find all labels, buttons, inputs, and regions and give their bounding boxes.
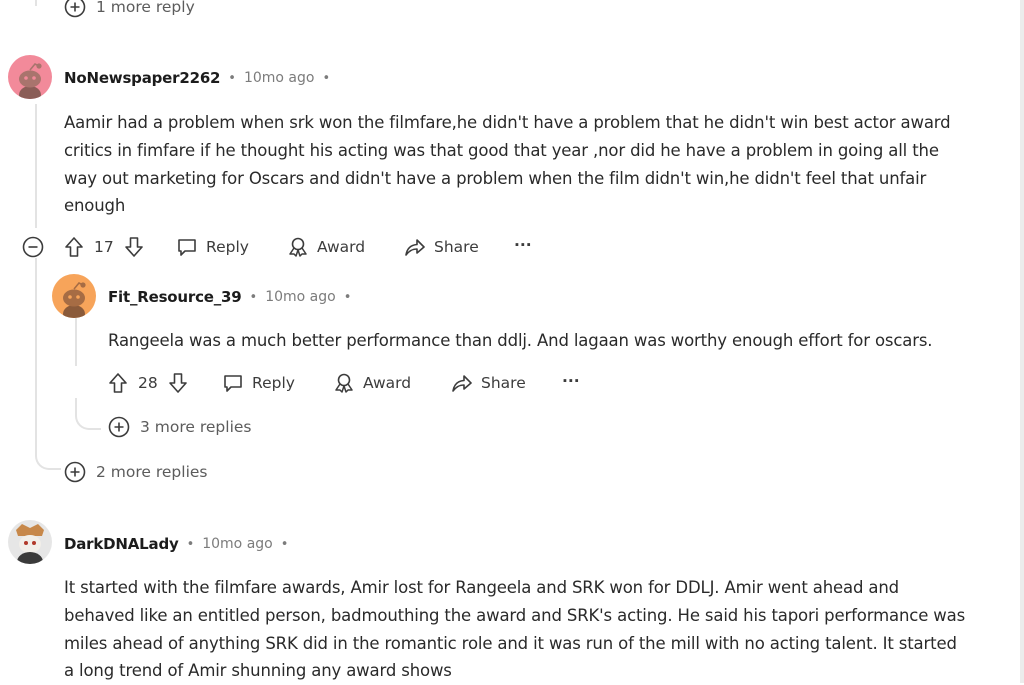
comment-line: It started with the filmfare awards, Ami…: [64, 578, 900, 597]
award-label: Award: [363, 374, 412, 392]
username[interactable]: NoNewspaper2262: [64, 69, 220, 87]
more-options-button[interactable]: ···: [514, 236, 532, 254]
comment-line: enough: [64, 196, 126, 216]
username[interactable]: Fit_Resource_39: [108, 288, 242, 306]
thread-line-comment-1: [35, 104, 37, 228]
timestamp[interactable]: 10mo ago: [244, 70, 315, 86]
more-replies-label: 3 more replies: [140, 418, 252, 436]
upvote-icon[interactable]: [108, 372, 128, 394]
downvote-icon[interactable]: [124, 236, 144, 258]
share-icon: [451, 372, 473, 394]
award-label: Award: [317, 238, 366, 256]
reply-button[interactable]: Reply: [222, 372, 295, 394]
comment-bubble-icon: [176, 236, 198, 258]
comment-line: critics in fimfare if he thought his act…: [64, 140, 939, 160]
share-label: Share: [434, 238, 479, 256]
vote-group: 28: [108, 372, 188, 394]
comment-line: a long trend of Amir shunning any award …: [64, 661, 452, 681]
username[interactable]: DarkDNALady: [64, 535, 179, 553]
award-button[interactable]: Award: [287, 236, 365, 258]
award-button[interactable]: Award: [333, 372, 411, 394]
share-icon: [404, 236, 426, 258]
timestamp[interactable]: 10mo ago: [265, 289, 336, 305]
comment-line: miles ahead of anything SRK did in the r…: [64, 633, 957, 653]
vote-count: 17: [94, 238, 114, 256]
comment-body: Rangeela was a much better performance t…: [108, 331, 933, 350]
separator-dot: •: [343, 289, 352, 305]
more-replies-link[interactable]: 2 more replies: [64, 461, 208, 483]
comment-meta: DarkDNALady • 10mo ago •: [64, 535, 288, 553]
more-options-icon: ···: [514, 236, 532, 254]
page-scrollbar[interactable]: [1020, 0, 1024, 683]
comment-line: way out marketing for Oscars and didn't …: [64, 168, 927, 188]
minus-circle-icon: [22, 236, 44, 258]
more-replies-link-previous[interactable]: 1 more reply: [64, 0, 195, 18]
share-label: Share: [481, 374, 526, 392]
plus-circle-icon: [108, 416, 130, 438]
plus-circle-icon: [64, 0, 86, 18]
reply-label: Reply: [206, 238, 249, 256]
thread-line-top: [35, 0, 37, 6]
share-button[interactable]: Share: [404, 236, 479, 258]
comment-line: Aamir had a problem when srk won the fil…: [64, 113, 951, 132]
avatar[interactable]: [52, 274, 96, 318]
separator-dot: •: [280, 536, 289, 552]
snoo-avatar-icon: [19, 63, 42, 99]
separator-dot: •: [186, 536, 195, 552]
reply-button[interactable]: Reply: [176, 236, 249, 258]
comment-body: Aamir had a problem when srk won the fil…: [64, 109, 1014, 220]
custom-avatar-icon: [16, 524, 44, 564]
more-options-icon: ···: [562, 372, 580, 390]
comment-bubble-icon: [222, 372, 244, 394]
more-replies-label: 2 more replies: [96, 463, 208, 481]
downvote-icon[interactable]: [168, 372, 188, 394]
snoo-avatar-icon: [63, 282, 86, 318]
more-replies-label: 1 more reply: [96, 0, 195, 16]
more-replies-link[interactable]: 3 more replies: [108, 416, 252, 438]
avatar[interactable]: [8, 520, 52, 564]
separator-dot: •: [322, 70, 331, 86]
award-icon: [333, 372, 355, 394]
vote-group: 17: [64, 236, 144, 258]
timestamp[interactable]: 10mo ago: [202, 536, 273, 552]
comment-line: behaved like an entitled person, badmout…: [64, 605, 966, 625]
collapse-button[interactable]: [22, 236, 44, 262]
separator-dot: •: [228, 70, 236, 86]
thread-line-reply: [75, 318, 77, 366]
upvote-icon[interactable]: [64, 236, 84, 258]
thread-curve-reply: [75, 398, 101, 430]
award-icon: [287, 236, 309, 258]
reply-label: Reply: [252, 374, 295, 392]
vote-count: 28: [138, 374, 158, 392]
comment-meta: NoNewspaper2262 • 10mo ago •: [64, 69, 330, 87]
comment-meta: Fit_Resource_39 • 10mo ago •: [108, 288, 351, 306]
share-button[interactable]: Share: [451, 372, 526, 394]
comment-body: It started with the filmfare awards, Ami…: [64, 574, 1014, 685]
separator-dot: •: [249, 289, 258, 305]
more-options-button[interactable]: ···: [562, 372, 580, 390]
avatar[interactable]: [8, 55, 52, 99]
plus-circle-icon: [64, 461, 86, 483]
